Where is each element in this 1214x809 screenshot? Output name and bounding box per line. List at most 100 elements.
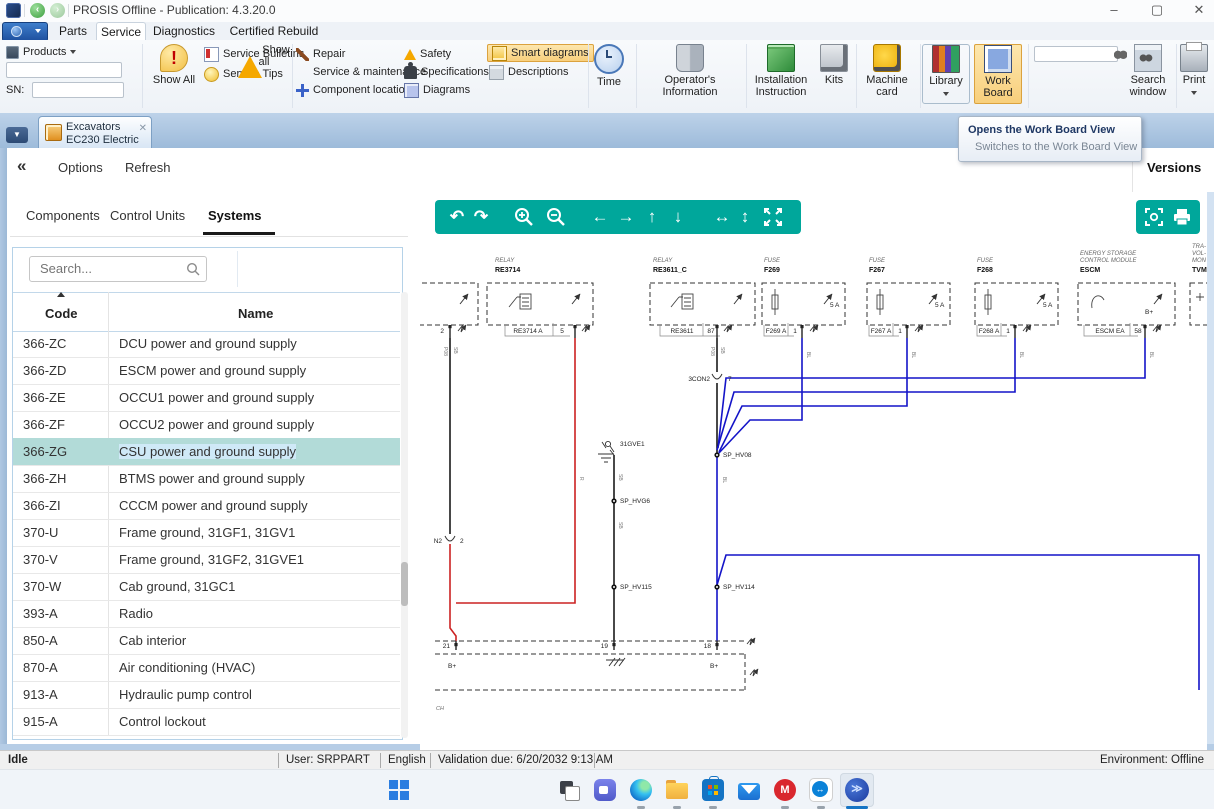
refresh-button[interactable]: Refresh	[125, 160, 171, 175]
file-explorer-button[interactable]	[660, 773, 694, 807]
products-button[interactable]: Products	[6, 44, 76, 60]
component-location-button[interactable]: Component location	[296, 82, 411, 98]
tab-service[interactable]: Service	[96, 22, 146, 41]
repair-button[interactable]: Repair	[296, 46, 345, 62]
table-row[interactable]: 393-ARadio	[13, 600, 400, 628]
junction-sp-hv114[interactable]: SP_HV114	[714, 584, 755, 591]
nav-forward-button[interactable]: ›	[50, 3, 65, 18]
table-row[interactable]: 370-UFrame ground, 31GF1, 31GV1	[13, 519, 400, 547]
profile-filter-input[interactable]	[6, 62, 122, 78]
smart-diagrams-button[interactable]: Smart diagrams	[487, 44, 594, 62]
specifications-button[interactable]: Specifications	[404, 64, 489, 80]
pan-left-icon[interactable]: ←	[587, 207, 613, 227]
table-row[interactable]: 850-ACab interior	[13, 627, 400, 655]
kits-button[interactable]: Kits	[814, 44, 854, 86]
junction-sp-hvg6[interactable]: SP_HVG6	[611, 498, 650, 505]
fit-screen-icon[interactable]	[763, 207, 783, 227]
time-button[interactable]: Time	[586, 44, 632, 88]
pan-up-icon[interactable]: ↑	[639, 207, 665, 227]
table-row[interactable]: 370-WCab ground, 31GC1	[13, 573, 400, 601]
component-bottom-box[interactable]: 21 B+ 19 18 B+ CH	[435, 638, 758, 712]
tab-systems[interactable]: Systems	[208, 208, 261, 223]
machine-card-button[interactable]: Machine card	[858, 44, 916, 98]
table-row[interactable]: 915-AControl lockout	[13, 708, 400, 736]
ground-31gve1[interactable]: 31GVE1	[598, 441, 645, 462]
versions-button[interactable]: Versions	[1147, 160, 1201, 175]
redo-icon[interactable]: ↷	[469, 207, 493, 227]
panel-scrollbar[interactable]	[401, 292, 408, 738]
tab-list-dropdown-button[interactable]: ▼	[6, 127, 28, 143]
component-partial-left[interactable]: 2	[420, 283, 478, 338]
fit-height-icon[interactable]: ↕	[735, 207, 755, 227]
close-button[interactable]: ✕	[1182, 0, 1214, 20]
ribbon-search-input[interactable]	[1034, 46, 1118, 62]
component-fuse-f268[interactable]: FUSE F268 5 A F268 A 1	[975, 258, 1058, 338]
panel-search-input[interactable]	[38, 260, 182, 277]
operators-information-button[interactable]: Operator's Information	[640, 44, 740, 98]
mail-button[interactable]	[732, 773, 766, 807]
tab-components[interactable]: Components	[26, 208, 100, 223]
search-window-button[interactable]: Search window	[1122, 44, 1174, 98]
mega-button[interactable]: M	[768, 773, 802, 807]
table-row[interactable]: 870-AAir conditioning (HVAC)	[13, 654, 400, 682]
table-row[interactable]: 366-ZDESCM power and ground supply	[13, 357, 400, 385]
work-board-button[interactable]: Work Board	[974, 44, 1022, 104]
application-menu-button[interactable]	[2, 22, 48, 42]
descriptions-button[interactable]: Descriptions	[489, 64, 569, 80]
tab-control-units[interactable]: Control Units	[110, 208, 185, 223]
junction-sp-hv08[interactable]: SP_HV08	[714, 452, 752, 459]
component-fuse-f267[interactable]: FUSE F267 5 A F267 A 1	[867, 258, 950, 338]
column-header-code[interactable]: Code	[45, 306, 78, 321]
edge-button[interactable]	[624, 773, 658, 807]
show-all-bulletins-button[interactable]: Show All	[148, 44, 200, 86]
start-button[interactable]	[382, 773, 416, 807]
table-row-selected[interactable]: 366-ZGCSU power and ground supply	[13, 438, 400, 466]
table-row[interactable]: 366-ZCDCU power and ground supply	[13, 330, 400, 358]
options-button[interactable]: Options	[58, 160, 103, 175]
minimize-button[interactable]: –	[1097, 0, 1131, 20]
table-row[interactable]: 370-VFrame ground, 31GF2, 31GVE1	[13, 546, 400, 574]
undo-icon[interactable]: ↶	[445, 207, 469, 227]
table-row[interactable]: 366-ZEOCCU1 power and ground supply	[13, 384, 400, 412]
teamviewer-button[interactable]: ↔	[804, 773, 838, 807]
table-row[interactable]: 366-ZFOCCU2 power and ground supply	[13, 411, 400, 439]
tab-close-icon[interactable]: ✕	[139, 123, 147, 134]
column-header-name[interactable]: Name	[238, 306, 273, 321]
component-partial-tvm[interactable]: TRA- VOL- MON TVM	[1190, 244, 1207, 325]
table-row[interactable]: 913-AHydraulic pump control	[13, 681, 400, 709]
tab-parts[interactable]: Parts	[50, 22, 96, 40]
component-relay-re3714[interactable]: RELAY RE3714 RE3714 A 5	[487, 258, 593, 338]
zoom-in-icon[interactable]	[513, 206, 535, 228]
library-button[interactable]: Library	[922, 44, 970, 104]
diagrams-button[interactable]: Diagrams	[404, 82, 470, 98]
scrollbar-thumb[interactable]	[401, 562, 408, 606]
print-diagram-icon[interactable]	[1172, 207, 1192, 227]
component-escm[interactable]: ENERGY STORAGE CONTROL MODULE ESCM B+ ES…	[1078, 251, 1175, 338]
table-row[interactable]: 366-ZHBTMS power and ground supply	[13, 465, 400, 493]
fit-width-icon[interactable]: ↔	[709, 207, 735, 227]
pan-right-icon[interactable]: →	[613, 207, 639, 227]
collapse-panel-button[interactable]: «	[17, 156, 26, 176]
nav-back-button[interactable]: ‹	[30, 3, 45, 18]
component-fuse-f269[interactable]: FUSE F269 5 A F269 A 1	[762, 258, 845, 338]
diagram-canvas[interactable]: ↶ ↷ ← → ↑ ↓ ↔ ↕	[420, 192, 1207, 750]
component-relay-re3611c[interactable]: RELAY RE3611_C RE3611 87	[650, 258, 755, 338]
zoom-out-icon[interactable]	[545, 206, 567, 228]
installation-instruction-button[interactable]: Installation Instruction	[748, 44, 814, 98]
tab-diagnostics[interactable]: Diagnostics	[148, 22, 220, 40]
junction-sp-hv115[interactable]: SP_HV115	[611, 584, 652, 591]
task-view-button[interactable]	[552, 773, 586, 807]
pan-down-icon[interactable]: ↓	[665, 207, 691, 227]
print-button[interactable]: Print	[1174, 44, 1214, 98]
capture-view-icon[interactable]	[1144, 207, 1164, 227]
sn-input[interactable]	[32, 82, 124, 98]
tab-certified-rebuild[interactable]: Certified Rebuild	[224, 22, 324, 40]
prosis-app-button[interactable]: ≫	[840, 773, 874, 807]
document-tab-excavators[interactable]: Excavators EC230 Electric ✕	[38, 116, 152, 149]
search-icon[interactable]	[186, 262, 200, 276]
table-row[interactable]: 366-ZICCCM power and ground supply	[13, 492, 400, 520]
maximize-button[interactable]: ▢	[1140, 0, 1174, 20]
show-all-service-button[interactable]: Show all	[238, 44, 290, 68]
chat-button[interactable]	[588, 773, 622, 807]
safety-button[interactable]: Safety	[404, 46, 451, 62]
